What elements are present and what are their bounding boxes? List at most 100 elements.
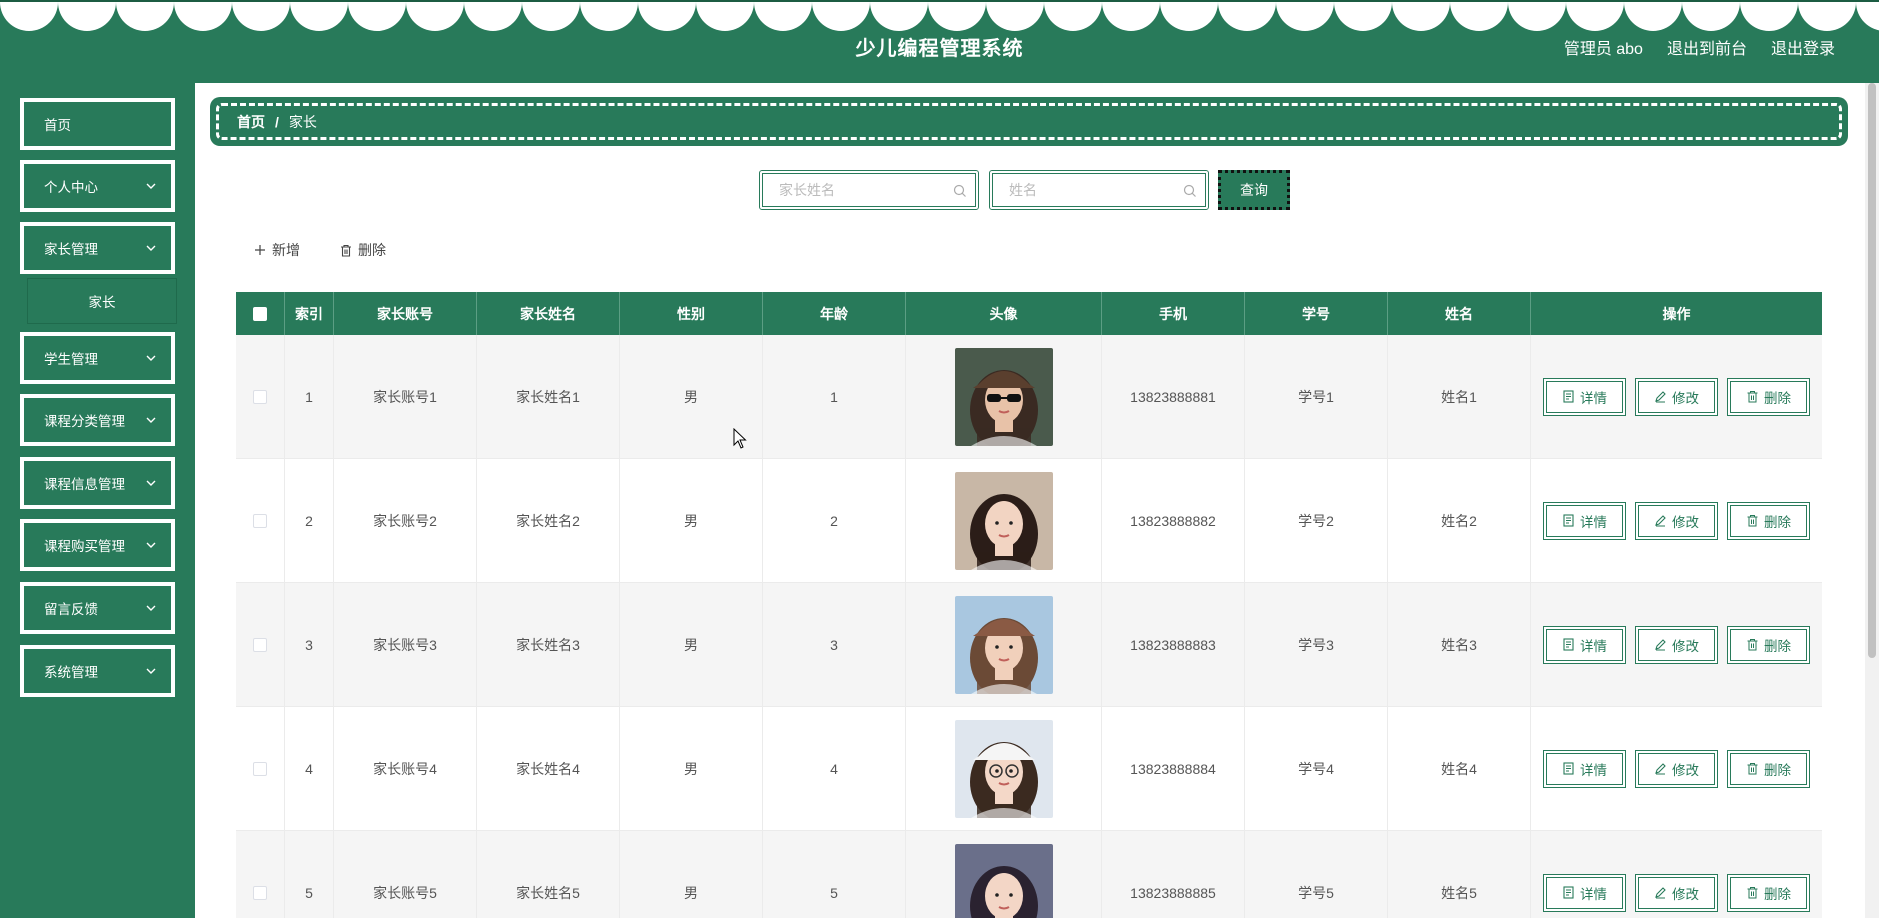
breadcrumb-current: 家长 (288, 113, 317, 130)
delete-button[interactable]: 删除 (1727, 501, 1810, 540)
scrollbar-thumb[interactable] (1868, 83, 1876, 658)
sidebar-subitem-label: 家长 (88, 295, 116, 310)
table-row: 3 家长账号3 家长姓名3 男 3 13823888883 学号3 姓名3 详情 修改 删除 (236, 583, 1822, 707)
name-search-input[interactable] (1009, 182, 1179, 198)
row-checkbox[interactable] (253, 513, 267, 528)
chevron-down-icon (146, 245, 156, 251)
detail-button-label: 详情 (1580, 886, 1607, 902)
admin-user-label[interactable]: 管理员 abo (1564, 35, 1643, 59)
chevron-down-icon (146, 355, 156, 361)
cell-avatar (906, 707, 1102, 830)
row-select-cell (236, 335, 285, 458)
detail-button[interactable]: 详情 (1543, 625, 1626, 664)
document-icon (1563, 886, 1574, 899)
avatar[interactable] (954, 843, 1053, 918)
sidebar-item-course-info-mgmt[interactable]: 课程信息管理 (20, 457, 175, 509)
detail-button[interactable]: 详情 (1543, 749, 1626, 788)
sidebar-item-feedback[interactable]: 留言反馈 (20, 582, 175, 634)
cell-parent-name: 家长姓名4 (477, 707, 620, 830)
page-scrollbar[interactable] (1865, 83, 1879, 918)
row-checkbox[interactable] (253, 761, 267, 776)
cell-index: 4 (285, 707, 334, 830)
delete-button[interactable]: 删除 (1727, 377, 1810, 416)
cell-student-no: 学号5 (1245, 831, 1388, 918)
row-checkbox[interactable] (253, 637, 267, 652)
detail-button[interactable]: 详情 (1543, 873, 1626, 912)
delete-button[interactable]: 删除 (1727, 873, 1810, 912)
cell-operations: 详情 修改 删除 (1531, 831, 1822, 918)
cell-avatar (906, 831, 1102, 918)
column-header: 头像 (906, 292, 1102, 335)
cell-gender: 男 (620, 831, 763, 918)
cell-gender: 男 (620, 459, 763, 582)
sidebar-item-course-purchase-mgmt[interactable]: 课程购买管理 (20, 519, 175, 571)
select-all-checkbox[interactable] (253, 306, 267, 321)
cell-name: 姓名5 (1388, 831, 1531, 918)
sidebar-item-parent-mgmt[interactable]: 家长管理 (20, 222, 175, 274)
avatar[interactable] (954, 595, 1053, 694)
delete-button-label: 删除 (1764, 886, 1791, 902)
cell-student-no: 学号2 (1245, 459, 1388, 582)
detail-button[interactable]: 详情 (1543, 501, 1626, 540)
row-checkbox[interactable] (253, 885, 267, 900)
cell-gender: 男 (620, 707, 763, 830)
delete-button[interactable]: 删除 (1727, 625, 1810, 664)
edit-icon (1655, 887, 1666, 899)
chevron-down-icon (146, 668, 156, 674)
sidebar-item-course-category-mgmt[interactable]: 课程分类管理 (20, 394, 175, 446)
edit-button[interactable]: 修改 (1635, 377, 1718, 416)
header-user-actions: 管理员 abo 退出到前台 退出登录 (1564, 35, 1835, 59)
sidebar-item-system-mgmt[interactable]: 系统管理 (20, 645, 175, 697)
chevron-down-icon (146, 417, 156, 423)
sidebar-item-profile[interactable]: 个人中心 (20, 160, 175, 212)
avatar[interactable] (954, 719, 1053, 818)
table-row: 4 家长账号4 家长姓名4 男 4 13823888884 学号4 姓名4 详情 修改 删除 (236, 707, 1822, 831)
column-header: 学号 (1245, 292, 1388, 335)
batch-delete-label: 删除 (358, 242, 386, 258)
row-checkbox[interactable] (253, 389, 267, 404)
row-select-cell (236, 583, 285, 706)
edit-button-label: 修改 (1672, 762, 1699, 778)
cell-avatar (906, 335, 1102, 458)
delete-button[interactable]: 删除 (1727, 749, 1810, 788)
edit-button[interactable]: 修改 (1635, 749, 1718, 788)
sidebar-item-student-mgmt[interactable]: 学生管理 (20, 332, 175, 384)
edit-button[interactable]: 修改 (1635, 625, 1718, 664)
add-button[interactable]: 新增 (254, 240, 300, 260)
edit-button[interactable]: 修改 (1635, 501, 1718, 540)
row-select-cell (236, 459, 285, 582)
edit-button[interactable]: 修改 (1635, 873, 1718, 912)
cell-index: 1 (285, 335, 334, 458)
avatar[interactable] (954, 347, 1053, 446)
sidebar: 首页 个人中心 家长管理 家长 学生管理 课程分类管理 课程信息管理 课程购买管… (0, 83, 195, 918)
cell-name: 姓名2 (1388, 459, 1531, 582)
detail-button[interactable]: 详情 (1543, 377, 1626, 416)
cell-age: 3 (763, 583, 906, 706)
sidebar-item-label: 个人中心 (44, 180, 98, 195)
back-to-front-link[interactable]: 退出到前台 (1667, 35, 1747, 59)
cell-parent-name: 家长姓名3 (477, 583, 620, 706)
column-header: 索引 (285, 292, 334, 335)
cell-index: 5 (285, 831, 334, 918)
document-icon (1563, 514, 1574, 527)
trash-icon (1747, 887, 1758, 899)
cell-parent-name: 家长姓名1 (477, 335, 620, 458)
sidebar-item-home[interactable]: 首页 (20, 98, 175, 150)
row-select-cell (236, 707, 285, 830)
detail-button-label: 详情 (1580, 514, 1607, 530)
cell-parent-name: 家长姓名5 (477, 831, 620, 918)
parent-name-search-input[interactable] (779, 182, 949, 198)
logout-link[interactable]: 退出登录 (1771, 35, 1835, 59)
chevron-down-icon (146, 480, 156, 486)
trash-icon (1747, 763, 1758, 775)
cell-avatar (906, 459, 1102, 582)
cell-age: 5 (763, 831, 906, 918)
cell-phone: 13823888882 (1102, 459, 1245, 582)
query-button[interactable]: 查询 (1218, 170, 1290, 210)
search-icon (953, 184, 966, 197)
add-button-label: 新增 (272, 242, 300, 258)
breadcrumb-home[interactable]: 首页 (237, 112, 265, 132)
batch-delete-button[interactable]: 删除 (340, 240, 386, 260)
avatar[interactable] (954, 471, 1053, 570)
sidebar-subitem-parent[interactable]: 家长 (27, 278, 177, 324)
